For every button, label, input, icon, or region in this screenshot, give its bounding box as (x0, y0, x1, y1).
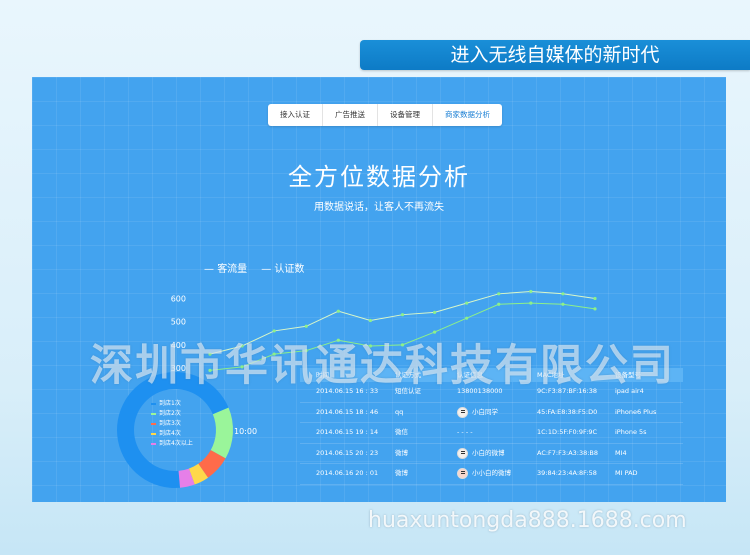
table-row: 2014.06.15 19 : 14 微信 - - - - 1C:1D:5F:F0:9… (300, 423, 683, 444)
cell-time-text: 2014.06.15 20 : 23 (316, 448, 379, 457)
cell-mac-text: 1C:1D:5F:F0:9F:9C (537, 428, 598, 436)
cell-time: 2014.06.15 18 : 46 (300, 403, 395, 423)
cell-info: 小白的微博 (457, 444, 537, 464)
data-point (561, 302, 565, 306)
donut-legend-label: 到店1次 (159, 400, 181, 407)
data-point (497, 302, 501, 306)
cell-method-text: 微信 (395, 428, 408, 436)
cell-mac-text: AC:F7:F3:A3:38:B8 (537, 448, 599, 457)
y-tick-label: 600 (171, 294, 186, 303)
cell-mac: AC:F7:F3:A3:38:B8 (537, 444, 615, 464)
cell-device-text: iPhone 5s (615, 428, 647, 436)
footer-watermark: huaxuntongda888.1688.com (368, 508, 687, 533)
donut-legend-item: 到店4次以上 (151, 439, 193, 449)
company-watermark: 深圳市华讯通达科技有限公司 (90, 341, 675, 391)
cell-device-text: MI PAD (615, 469, 638, 477)
data-point (465, 301, 469, 305)
legend-swatch-icon (151, 443, 156, 445)
cell-method-text: 微博 (395, 448, 408, 457)
cell-device: iPhone 5s (615, 423, 683, 443)
table-body: 2014.06.15 16 : 33 短信认证 13800138000 9C:F3:8… (300, 382, 683, 485)
cell-method: qq (395, 403, 457, 423)
cell-device: MI PAD (615, 464, 683, 484)
cell-mac-text: 39:84:23:4A:8F:58 (537, 469, 597, 477)
cell-device: MI4 (615, 444, 683, 464)
data-point (593, 296, 597, 301)
data-point (529, 301, 533, 305)
cell-info-text: 小白同学 (472, 407, 498, 416)
cell-info: 小白同学 (457, 403, 537, 423)
time-label: 10:00 (234, 427, 258, 436)
cell-info: - - - - (457, 423, 537, 443)
table-row: 2014.06.15 18 : 46 qq 小白同学 45:FA:E8:38:F5:D… (300, 403, 683, 423)
donut-legend-label: 到店4次 (159, 430, 181, 437)
banner-title: 进入无线自媒体的新时代 (360, 40, 750, 70)
donut-legend-item: 到店2次 (151, 409, 193, 419)
donut-legend-item: 到店1次 (151, 399, 193, 409)
cell-time-text: 2014.06.15 18 : 46 (316, 407, 379, 416)
data-point (368, 318, 373, 323)
donut-legend-label: 到店4次以上 (159, 440, 193, 447)
data-point (304, 324, 308, 328)
cell-method: 微博 (395, 464, 457, 484)
data-point (529, 289, 533, 294)
cell-time-text: 2014.06.16 20 : 01 (316, 469, 379, 477)
data-point (561, 292, 565, 296)
data-point (400, 313, 405, 317)
cell-time: 2014.06.15 19 : 14 (300, 423, 395, 443)
cell-device-text: iPhone6 Plus (615, 407, 657, 416)
donut-legend: 到店1次到店2次到店3次到店4次到店4次以上 (151, 399, 193, 449)
donut-legend-label: 到店3次 (159, 420, 181, 427)
legend-swatch-icon (151, 423, 156, 425)
cell-method-text: qq (395, 407, 404, 416)
table-row: 2014.06.16 20 : 01 微博 小小白的微博 39:84:23:4A:8F… (300, 464, 683, 485)
legend-swatch-icon (151, 403, 156, 405)
cell-mac: 1C:1D:5F:F0:9F:9C (537, 423, 615, 443)
donut-legend-label: 到店2次 (159, 410, 181, 417)
cell-info-text: - - - - (457, 428, 473, 436)
table-row: 2014.06.15 20 : 23 微博 小白的微博 AC:F7:F3:A3:38:… (300, 444, 683, 464)
cell-mac-text: 45:FA:E8:38:F5:D0 (537, 407, 598, 416)
user-avatar-icon (457, 406, 468, 418)
legend-swatch-icon (151, 413, 156, 415)
cell-device: iPhone6 Plus (615, 403, 683, 423)
donut-legend-item: 到店3次 (151, 419, 193, 429)
data-point (593, 307, 597, 311)
user-avatar-icon (457, 468, 468, 480)
data-point (432, 310, 437, 314)
data-point (336, 309, 340, 313)
data-point (497, 292, 501, 296)
donut-legend-item: 到店4次 (151, 429, 193, 439)
cell-info: 小小白的微博 (457, 464, 537, 484)
cell-method-text: 微博 (395, 469, 408, 477)
legend-swatch-icon (151, 433, 156, 435)
cell-device-text: MI4 (615, 448, 627, 457)
user-avatar-icon (457, 447, 468, 459)
cell-info-text: 小白的微博 (472, 448, 505, 457)
feature-panel: 接入认证 广告推送 设备管理 商家数据分析 全方位数据分析 用数据说话，让客人不… (32, 77, 726, 502)
cell-time-text: 2014.06.15 19 : 14 (316, 428, 379, 436)
cell-method: 微博 (395, 444, 457, 464)
y-tick-label: 500 (171, 318, 186, 327)
donut-slice (210, 407, 234, 459)
cell-info-text: 小小白的微博 (472, 469, 511, 477)
cell-time: 2014.06.16 20 : 01 (300, 464, 395, 484)
data-point (465, 316, 469, 320)
cell-method: 微信 (395, 423, 457, 443)
cell-mac: 45:FA:E8:38:F5:D0 (537, 403, 615, 423)
cell-time: 2014.06.15 20 : 23 (300, 444, 395, 464)
cell-mac: 39:84:23:4A:8F:58 (537, 464, 615, 484)
